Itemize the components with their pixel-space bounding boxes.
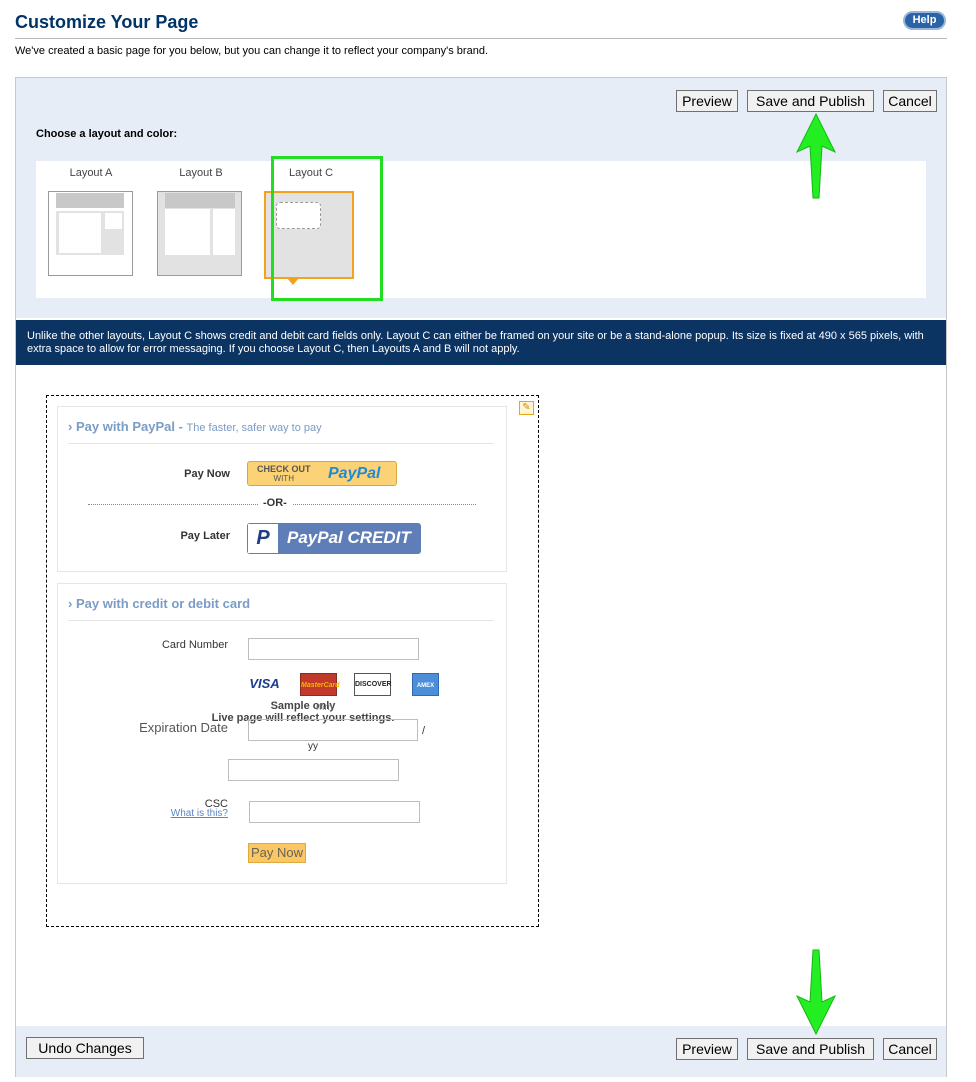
paypal-p-icon: P (247, 523, 279, 554)
arrow-up-icon (795, 112, 837, 199)
cancel-button-top[interactable]: Cancel (883, 90, 937, 112)
section-divider (68, 443, 494, 444)
pay-later-label: Pay Later (180, 530, 230, 542)
mastercard-icon: MasterCard (300, 673, 340, 696)
expiration-year-input[interactable] (228, 759, 399, 781)
payment-preview: ✎ › Pay with PayPal - The faster, safer … (46, 395, 539, 927)
card-title-text: Pay with credit or debit card (75, 596, 251, 611)
undo-changes-button[interactable]: Undo Changes (26, 1037, 144, 1059)
save-publish-button-bottom[interactable]: Save and Publish (747, 1038, 874, 1060)
layout-info-band: Unlike the other layouts, Layout C shows… (16, 320, 946, 365)
layout-name: Layout B (179, 167, 223, 179)
layout-panel: Layout A Layout B Layout C (36, 156, 926, 301)
selected-indicator-icon (287, 278, 299, 285)
save-publish-button-top[interactable]: Save and Publish (747, 90, 874, 112)
paypal-section-title: › Pay with PayPal - The faster, safer wa… (68, 419, 322, 434)
sample-only-note: Sample only (270, 700, 336, 712)
layout-option-a[interactable]: Layout A (36, 161, 146, 301)
chevron-right-icon: › (68, 596, 73, 611)
date-separator: / (422, 725, 426, 737)
intro-text: We've created a basic page for you below… (15, 45, 488, 57)
paypal-credit-text: PayPal CREDIT (287, 528, 411, 547)
pay-now-button[interactable]: Pay Now (248, 843, 306, 863)
paypal-logo: PayPal (328, 465, 381, 482)
card-section: › Pay with credit or debit card Card Num… (57, 583, 507, 884)
layout-option-b[interactable]: Layout B (146, 161, 256, 301)
chevron-right-icon: › (68, 419, 73, 434)
section-divider (68, 620, 494, 621)
checkout-text: CHECK OUT WITH (257, 464, 311, 484)
card-number-label: Card Number (161, 639, 228, 651)
page-title: Customize Your Page (15, 12, 199, 32)
layout-b-thumbnail (157, 191, 242, 276)
what-is-this-link[interactable]: What is this? (148, 808, 228, 819)
visa-icon: VISA (249, 676, 280, 691)
pencil-icon[interactable]: ✎ (519, 401, 534, 415)
cancel-button-bottom[interactable]: Cancel (883, 1038, 937, 1060)
yy-hint: yy (308, 741, 318, 752)
expiration-label: Expiration Date (139, 720, 228, 735)
arrow-down-icon (795, 949, 837, 1036)
layout-a-thumbnail (48, 191, 133, 276)
card-section-title: › Pay with credit or debit card (68, 596, 250, 611)
preview-button-top[interactable]: Preview (676, 90, 738, 112)
paypal-section: › Pay with PayPal - The faster, safer wa… (57, 406, 507, 572)
title-divider (15, 38, 947, 39)
paypal-checkout-button[interactable]: CHECK OUT WITH PayPal (247, 461, 397, 486)
csc-input[interactable] (249, 801, 420, 823)
card-number-input[interactable] (248, 638, 419, 660)
layout-name: Layout A (69, 167, 113, 179)
choose-layout-label: Choose a layout and color: (36, 128, 178, 140)
pay-now-label: Pay Now (184, 468, 230, 480)
paypal-credit-button[interactable]: P PayPal CREDIT (247, 523, 421, 554)
paypal-title-text: Pay with PayPal - (75, 419, 183, 434)
or-text: -OR- (258, 497, 292, 509)
amex-icon: AMEX (412, 673, 439, 696)
preview-button-bottom[interactable]: Preview (676, 1038, 738, 1060)
editor-frame: Preview Save and Publish Cancel Choose a… (15, 77, 947, 1077)
expiration-month-input[interactable] (248, 719, 418, 741)
discover-icon: DISCOVER (354, 673, 392, 696)
paypal-subtitle: The faster, safer way to pay (186, 422, 322, 434)
help-button[interactable]: Help (903, 11, 946, 30)
